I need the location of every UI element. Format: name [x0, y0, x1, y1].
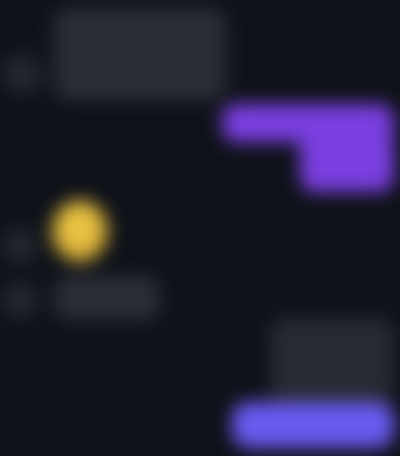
incoming-message-bubble[interactable] [54, 276, 160, 320]
contact-avatar[interactable] [2, 228, 38, 264]
incoming-message-bubble[interactable] [54, 8, 226, 100]
message-text [232, 402, 233, 403]
chat-screen [0, 0, 400, 456]
contact-avatar[interactable] [2, 282, 38, 318]
message-text [222, 104, 223, 105]
outgoing-message-bubble[interactable] [232, 402, 394, 448]
outgoing-media-card[interactable] [270, 318, 394, 404]
message-text [54, 8, 55, 9]
outgoing-message-bubble-tail[interactable] [300, 130, 394, 192]
message-text [54, 276, 55, 277]
contact-avatar[interactable] [2, 54, 42, 94]
sticker-emoji-icon[interactable] [52, 200, 108, 262]
